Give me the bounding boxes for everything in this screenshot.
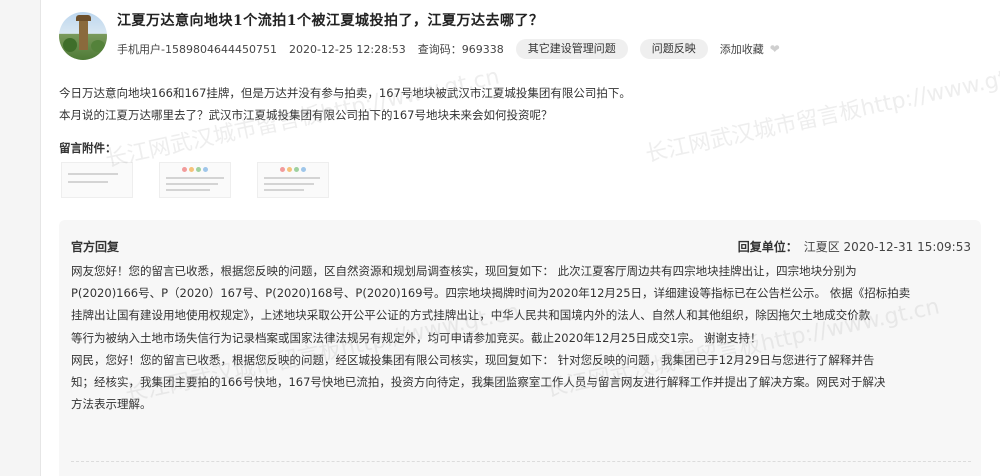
heart-icon[interactable]: ❤ bbox=[770, 43, 782, 55]
category-pill[interactable]: 其它建设管理问题 bbox=[515, 39, 628, 59]
avatar[interactable] bbox=[59, 12, 107, 60]
attachment-thumbnail[interactable] bbox=[61, 162, 133, 198]
favorite-button[interactable]: 添加收藏 bbox=[720, 41, 764, 57]
reply-line: 网民，您好！您的留言已收悉，根据您反映的问题，经区城投集团有限公司核实，现回复如… bbox=[71, 352, 875, 367]
content-line: 今日万达意向地块166和167挂牌，但是万达并没有参与拍卖，167号地块被武汉市… bbox=[59, 86, 631, 100]
query-code: 969338 bbox=[461, 42, 504, 56]
message-card: 江夏万达意向地块1个流拍1个被江夏城投拍了，江夏万达去哪了？ 手机用户-1589… bbox=[40, 0, 1000, 476]
reply-unit-info: 回复单位： 江夏区 2020-12-31 15:09:53 bbox=[738, 238, 971, 255]
reply-line: 方法表示理解。 bbox=[71, 397, 152, 412]
query-code-label: 查询码： bbox=[417, 43, 462, 56]
reply-heading: 官方回复 bbox=[71, 240, 120, 254]
reply-divider bbox=[71, 461, 971, 462]
reply-unit: 江夏区 bbox=[803, 240, 840, 254]
content-line: 本月说的江夏万达哪里去了？武汉市江夏城投集团有限公司拍下的167号地块未来会如何… bbox=[59, 108, 553, 122]
attachment-thumbnail[interactable] bbox=[257, 162, 329, 198]
reply-text: 网友您好！您的留言已收悉，根据您反映的问题，区自然资源和规划局调查核实，现回复如… bbox=[71, 260, 969, 415]
reply-line: 挂牌出让国有建设用地使用权规定》，上述地块采取公开公平公证的方式挂牌出让，中华人… bbox=[71, 308, 871, 323]
attachments-label: 留言附件： bbox=[59, 141, 117, 155]
post-meta: 手机用户-1589804644450751 2020-12-25 12:28:5… bbox=[117, 38, 794, 60]
post-content: 今日万达意向地块166和167挂牌，但是万达并没有参与拍卖，167号地块被武汉市… bbox=[59, 82, 959, 126]
reply-line: 等行为被纳入土地市场失信行为记录档案或国家法律法规另有规定外，均可申请参加竞买。… bbox=[71, 330, 762, 345]
official-reply: 官方回复 回复单位： 江夏区 2020-12-31 15:09:53 网友您好！您… bbox=[59, 220, 981, 476]
reply-line: 网友您好！您的留言已收悉，根据您反映的问题，区自然资源和规划局调查核实，现回复如… bbox=[71, 264, 857, 278]
reply-unit-label: 回复单位： bbox=[737, 240, 798, 254]
reply-line: P(2020)166号、P（2020）167号、P(2020)168号、P(20… bbox=[71, 286, 911, 301]
type-pill[interactable]: 问题反映 bbox=[639, 39, 708, 59]
reply-line: 知；经核实，我集团主要拍的166号快地，167号快地已流拍，投资方向待定，我集团… bbox=[71, 375, 886, 390]
post-user: 手机用户-1589804644450751 bbox=[117, 43, 277, 56]
attachment-thumbnail[interactable] bbox=[159, 162, 231, 198]
post-title[interactable]: 江夏万达意向地块1个流拍1个被江夏城投拍了，江夏万达去哪了？ bbox=[117, 10, 543, 30]
reply-datetime: 2020-12-31 15:09:53 bbox=[843, 240, 971, 254]
post-datetime: 2020-12-25 12:28:53 bbox=[288, 42, 406, 56]
